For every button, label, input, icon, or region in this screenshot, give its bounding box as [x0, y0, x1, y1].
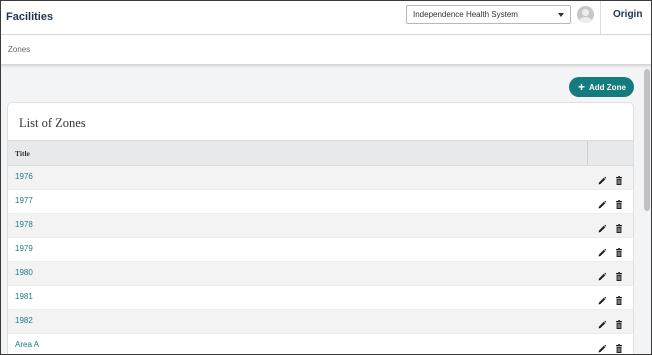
avatar-head-shape — [582, 9, 589, 16]
pencil-icon[interactable] — [597, 269, 607, 281]
table-row: 1980 — [8, 262, 633, 286]
breadcrumb: Zones — [1, 35, 651, 65]
add-zone-button[interactable]: + Add Zone — [569, 77, 634, 97]
plus-icon: + — [578, 80, 586, 94]
zone-title-link[interactable]: Area A — [15, 340, 39, 349]
zone-title-link[interactable]: 1980 — [15, 268, 33, 277]
table-row: 1981 — [8, 286, 633, 310]
pencil-icon[interactable] — [597, 293, 607, 305]
app-window: Facilities Independence Health System Or… — [0, 0, 652, 355]
trash-icon[interactable] — [614, 173, 624, 185]
pencil-icon[interactable] — [597, 341, 607, 353]
table-row: 1979 — [8, 238, 633, 262]
card-title: List of Zones — [19, 116, 86, 130]
organization-select[interactable]: Independence Health System — [406, 5, 571, 24]
table-header: Title — [8, 140, 633, 166]
table-row: 1978 — [8, 214, 633, 238]
zone-title-link[interactable]: 1981 — [15, 292, 33, 301]
pencil-icon[interactable] — [597, 173, 607, 185]
breadcrumb-current: Zones — [8, 45, 31, 54]
trash-icon[interactable] — [614, 317, 624, 329]
column-separator — [587, 141, 588, 165]
table-row: 1977 — [8, 190, 633, 214]
table-row: 1982 — [8, 310, 633, 334]
trash-icon[interactable] — [614, 341, 624, 353]
zone-title-link[interactable]: 1977 — [15, 196, 33, 205]
zone-title-link[interactable]: 1982 — [15, 316, 33, 325]
trash-icon[interactable] — [614, 293, 624, 305]
add-zone-label: Add Zone — [589, 82, 626, 92]
trash-icon[interactable] — [614, 221, 624, 233]
trash-icon[interactable] — [614, 269, 624, 281]
table-row: Area A — [8, 334, 633, 354]
avatar-body-shape — [579, 17, 592, 23]
header-divider — [600, 1, 601, 35]
zone-title-link[interactable]: 1979 — [15, 244, 33, 253]
trash-icon[interactable] — [614, 245, 624, 257]
trash-icon[interactable] — [614, 197, 624, 209]
app-title: Facilities — [6, 11, 54, 23]
organization-select-value: Independence Health System — [413, 10, 518, 19]
zone-title-link[interactable]: 1978 — [15, 220, 33, 229]
avatar[interactable] — [577, 6, 594, 23]
scrollbar[interactable] — [644, 69, 650, 211]
table-row: 1976 — [8, 166, 633, 190]
top-bar: Facilities Independence Health System Or… — [1, 1, 651, 35]
pencil-icon[interactable] — [597, 221, 607, 233]
pencil-icon[interactable] — [597, 197, 607, 209]
pencil-icon[interactable] — [597, 245, 607, 257]
chevron-down-icon — [558, 13, 564, 17]
column-header-title[interactable]: Title — [15, 149, 30, 158]
brand-logo[interactable]: Origin — [613, 9, 642, 20]
zone-title-link[interactable]: 1976 — [15, 172, 33, 181]
pencil-icon[interactable] — [597, 317, 607, 329]
zones-card: List of Zones Title 1976 1977 1978 1979 1980… — [7, 102, 634, 354]
